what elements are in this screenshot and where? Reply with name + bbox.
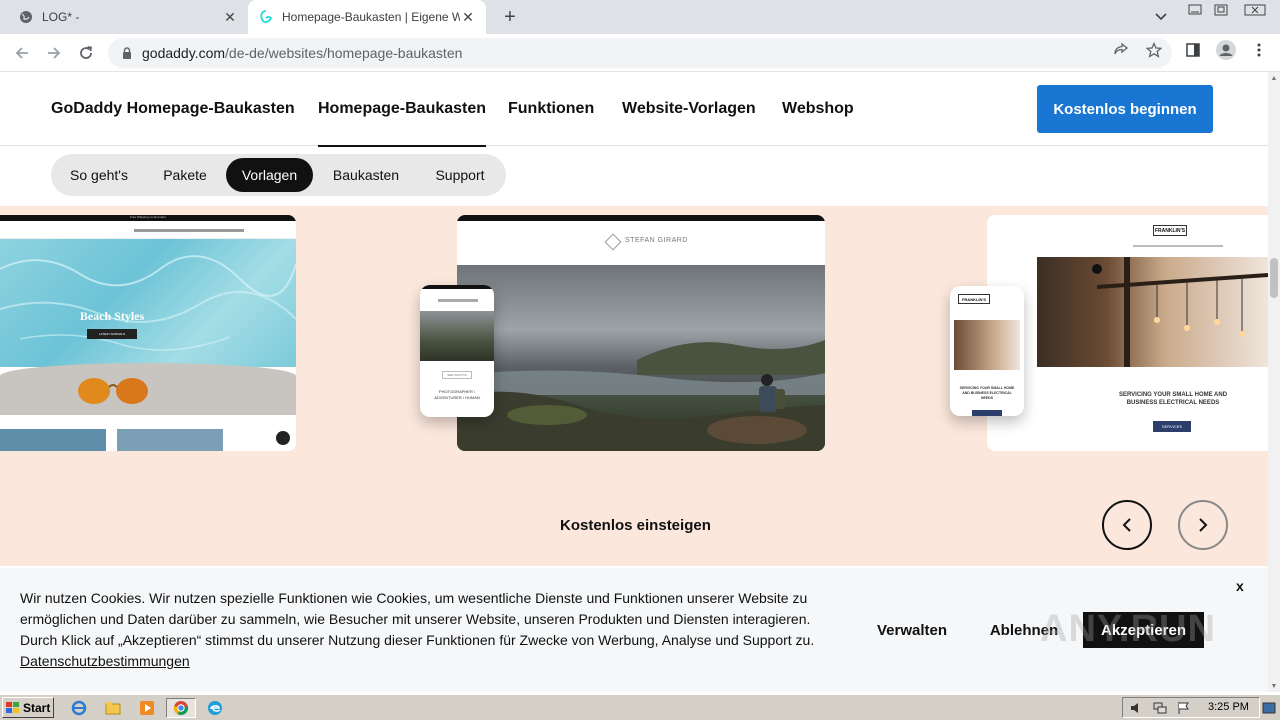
template-card-franklins[interactable]: FRANKLIN'S SERVICING YOUR SMALL HOME AND… <box>987 215 1268 451</box>
scroll-up-icon[interactable]: ▲ <box>1268 72 1280 84</box>
file-explorer-icon[interactable] <box>102 698 124 718</box>
start-label: Start <box>23 700 51 715</box>
subnav-baukasten[interactable]: Baukasten <box>321 158 411 192</box>
privacy-policy-link[interactable]: Datenschutzbestimmungen <box>20 651 850 672</box>
chevron-right-icon <box>1199 518 1208 532</box>
template-nav: STEFAN GIRARD <box>457 221 825 265</box>
url-host: godaddy.com <box>142 45 226 61</box>
template-phone-button: SEE PHOTOS <box>442 371 472 379</box>
internet-explorer-icon[interactable] <box>68 698 90 718</box>
share-icon[interactable] <box>1112 41 1130 59</box>
start-free-button[interactable]: Kostenlos beginnen <box>1037 85 1213 133</box>
pool-image: Beach Styles LATEST ARRIVALS <box>0 239 296 367</box>
minimize-icon[interactable] <box>1184 2 1206 18</box>
side-panel-icon[interactable] <box>1184 41 1202 59</box>
subnav-vorlagen[interactable]: Vorlagen <box>226 158 313 192</box>
tab-log[interactable]: LOG* - ✕ <box>8 0 248 34</box>
template-button: LATEST ARRIVALS <box>87 329 137 339</box>
manage-cookies-button[interactable]: Verwalten <box>866 612 958 648</box>
flag-icon[interactable] <box>1177 701 1191 718</box>
show-desktop-icon[interactable] <box>1258 698 1280 718</box>
chat-icon <box>276 431 290 445</box>
edge-icon[interactable] <box>204 698 226 718</box>
template-phone-logo: FRANKLIN'S <box>958 294 990 304</box>
nav-homepage-baukasten[interactable]: Homepage-Baukasten <box>318 100 487 147</box>
chevron-down-icon[interactable] <box>1150 6 1172 28</box>
tab-homepage-baukasten[interactable]: Homepage-Baukasten | Eigene Webs ✕ <box>248 0 486 34</box>
globe-icon <box>18 9 34 25</box>
site-brand[interactable]: GoDaddy Homepage-Baukasten <box>51 100 295 118</box>
close-tab-icon[interactable]: ✕ <box>222 9 238 25</box>
nav-website-vorlagen[interactable]: Website-Vorlagen <box>622 100 756 118</box>
carousel-next-button[interactable] <box>1178 500 1228 550</box>
network-icon[interactable] <box>1153 701 1167 718</box>
scrollbar-thumb[interactable] <box>1270 258 1278 298</box>
template-logo: FRANKLIN'S <box>1153 225 1187 236</box>
menu-kebab-icon[interactable] <box>1250 41 1268 59</box>
nav-webshop[interactable]: Webshop <box>782 100 854 118</box>
bookmark-star-icon[interactable] <box>1145 41 1163 59</box>
coastline-photo <box>457 265 825 451</box>
site-header: GoDaddy Homepage-Baukasten Homepage-Bauk… <box>0 72 1268 147</box>
subnav-so-gehts[interactable]: So geht's <box>57 158 141 192</box>
template-heading: SERVICING YOUR SMALL HOME AND BUSINESS E… <box>1118 392 1228 406</box>
chrome-taskbar-icon[interactable] <box>166 698 196 718</box>
close-tab-icon[interactable]: ✕ <box>460 9 476 25</box>
chevron-left-icon <box>1122 518 1131 532</box>
media-player-icon[interactable] <box>136 698 158 718</box>
tab-title: Homepage-Baukasten | Eigene Webs <box>282 10 460 24</box>
template-phone-caption: PHOTOGRAPHER / ADVENTURER / HUMAN <box>434 389 480 400</box>
template-nav <box>0 221 296 239</box>
taskbar-clock: 3:25 PM <box>1208 701 1249 713</box>
sand-image <box>0 363 296 415</box>
lock-icon <box>120 46 134 60</box>
carousel-prev-button[interactable] <box>1102 500 1152 550</box>
cookie-banner: Wir nutzen Cookies. Wir nutzen spezielle… <box>0 568 1268 692</box>
browser-tab-strip: LOG* - ✕ Homepage-Baukasten | Eigene Web… <box>0 0 1280 34</box>
watermark-logo: ANY.RUN <box>1040 608 1216 650</box>
nav-funktionen[interactable]: Funktionen <box>508 100 594 118</box>
start-free-link[interactable]: Kostenlos einsteigen <box>560 517 711 534</box>
close-cookie-banner-icon[interactable]: x <box>1236 578 1244 594</box>
forward-icon[interactable] <box>43 42 65 64</box>
template-heading: Beach Styles <box>79 309 145 323</box>
template-logo: STEFAN GIRARD <box>625 237 688 244</box>
cookie-message: Wir nutzen Cookies. Wir nutzen spezielle… <box>20 590 815 648</box>
template-card-photographer[interactable]: STEFAN GIRARD <box>457 215 825 451</box>
template-phone-heading: SERVICING YOUR SMALL HOME AND BUSINESS E… <box>959 386 1015 400</box>
start-button[interactable]: Start <box>2 697 54 718</box>
cookie-text-block: Wir nutzen Cookies. Wir nutzen spezielle… <box>20 588 850 672</box>
url-text: godaddy.com/de-de/websites/homepage-bauk… <box>142 45 462 61</box>
godaddy-icon <box>258 9 274 25</box>
template-card-beach[interactable]: Free Shipping on all orders Beach Styles… <box>0 215 296 451</box>
template-gallery-row <box>0 415 296 451</box>
reload-icon[interactable] <box>75 42 97 64</box>
windows-logo-icon <box>6 701 19 713</box>
os-taskbar: Start 3:25 PM <box>0 694 1280 720</box>
web-page: GoDaddy Homepage-Baukasten Homepage-Bauk… <box>0 72 1268 692</box>
close-window-icon[interactable] <box>1240 2 1270 18</box>
tab-title: LOG* - <box>42 10 80 24</box>
scroll-down-icon[interactable]: ▼ <box>1268 680 1280 692</box>
template-carousel: Free Shipping on all orders Beach Styles… <box>0 206 1268 566</box>
url-path: /de-de/websites/homepage-baukasten <box>225 45 463 61</box>
profile-icon[interactable] <box>1215 39 1237 61</box>
subnav-pakete[interactable]: Pakete <box>149 158 221 192</box>
browser-toolbar: godaddy.com/de-de/websites/homepage-bauk… <box>0 34 1280 72</box>
back-icon[interactable] <box>11 42 33 64</box>
subnav-support[interactable]: Support <box>421 158 499 192</box>
template-button: SERVICES <box>1153 421 1191 432</box>
address-bar[interactable]: godaddy.com/de-de/websites/homepage-bauk… <box>108 38 1172 68</box>
workshop-photo <box>1037 257 1268 367</box>
diamond-logo-icon <box>604 233 622 251</box>
new-tab-icon[interactable]: + <box>498 5 522 29</box>
restore-icon[interactable] <box>1210 2 1232 18</box>
volume-icon[interactable] <box>1129 701 1143 718</box>
page-scrollbar[interactable]: ▲ ▼ <box>1268 72 1280 692</box>
section-subnav: So geht's Pakete Vorlagen Baukasten Supp… <box>51 154 506 196</box>
template-phone-franklins: FRANKLIN'S SERVICING YOUR SMALL HOME AND… <box>950 286 1024 416</box>
template-phone-photographer: SEE PHOTOS PHOTOGRAPHER / ADVENTURER / H… <box>420 285 494 417</box>
